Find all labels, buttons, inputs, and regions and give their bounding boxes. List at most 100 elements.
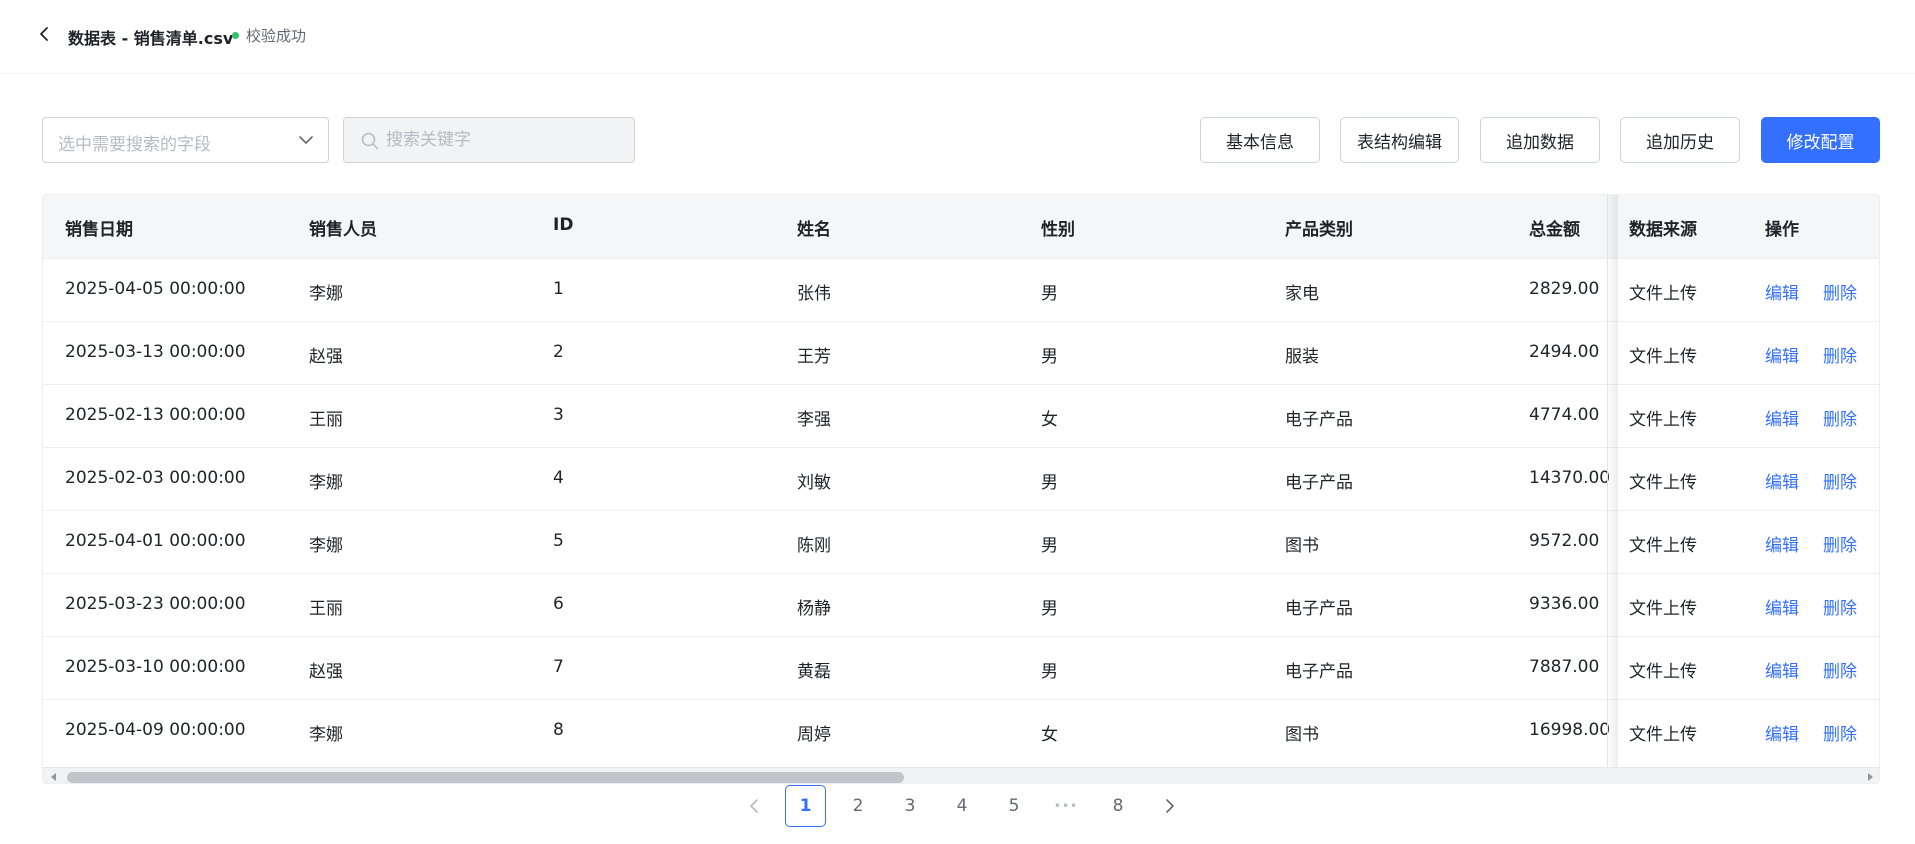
cell-category: 图书 xyxy=(1285,725,1319,745)
delete-link[interactable]: 删除 xyxy=(1823,405,1857,430)
cell-gender: 男 xyxy=(1041,473,1058,493)
status-dot-icon xyxy=(232,32,239,39)
data-table: 销售日期 销售人员 ID 姓名 性别 产品类别 总金额 数据来源 操作 2025… xyxy=(42,194,1880,784)
page-3-button[interactable]: 3 xyxy=(890,785,930,827)
delete-link[interactable]: 删除 xyxy=(1823,657,1857,682)
validation-status: 校验成功 xyxy=(246,27,307,45)
horizontal-scrollbar[interactable] xyxy=(43,767,1879,784)
cell-source: 文件上传 xyxy=(1629,725,1697,745)
page-4-button[interactable]: 4 xyxy=(942,785,982,827)
column-header-name[interactable]: 姓名 xyxy=(797,215,831,240)
scroll-right-arrow-icon[interactable] xyxy=(1863,770,1877,784)
cell-salesperson: 赵强 xyxy=(309,662,343,682)
cell-gender: 女 xyxy=(1041,410,1058,430)
append-history-button[interactable]: 追加历史 xyxy=(1620,117,1740,163)
chevron-down-icon xyxy=(299,136,313,144)
table-row: 2025-02-03 00:00:00 李娜 4 刘敏 男 电子产品 14370… xyxy=(43,447,1879,510)
schema-edit-button[interactable]: 表结构编辑 xyxy=(1340,117,1459,163)
delete-link[interactable]: 删除 xyxy=(1823,342,1857,367)
edit-link[interactable]: 编辑 xyxy=(1765,279,1799,304)
scrollbar-thumb[interactable] xyxy=(67,772,904,783)
table-row: 2025-03-23 00:00:00 王丽 6 杨静 男 电子产品 9336.… xyxy=(43,573,1879,636)
basic-info-button[interactable]: 基本信息 xyxy=(1200,117,1320,163)
cell-sale-date: 2025-03-13 00:00:00 xyxy=(65,342,246,362)
cell-total: 2494.00 xyxy=(1529,342,1600,362)
cell-source: 文件上传 xyxy=(1629,284,1697,304)
top-bar: 数据表 - 销售清单.csv 校验成功 xyxy=(0,0,1915,74)
fixed-column-divider xyxy=(1607,195,1608,767)
page-1-button[interactable]: 1 xyxy=(785,785,826,827)
cell-category: 服装 xyxy=(1285,347,1319,367)
delete-link[interactable]: 删除 xyxy=(1823,594,1857,619)
cell-id: 3 xyxy=(553,405,564,425)
page-5-button[interactable]: 5 xyxy=(994,785,1034,827)
modify-config-button[interactable]: 修改配置 xyxy=(1761,117,1880,163)
search-input[interactable] xyxy=(386,118,626,162)
edit-link[interactable]: 编辑 xyxy=(1765,657,1799,682)
cell-source: 文件上传 xyxy=(1629,662,1697,682)
cell-total: 4774.00 xyxy=(1529,405,1600,425)
table-row: 2025-04-01 00:00:00 李娜 5 陈刚 男 图书 9572.00… xyxy=(43,510,1879,573)
cell-salesperson: 赵强 xyxy=(309,347,343,367)
cell-source: 文件上传 xyxy=(1629,410,1697,430)
edit-link[interactable]: 编辑 xyxy=(1765,594,1799,619)
page-8-button[interactable]: 8 xyxy=(1098,785,1138,827)
cell-salesperson: 王丽 xyxy=(309,599,343,619)
cell-name: 李强 xyxy=(797,410,831,430)
page-ellipsis[interactable]: ••• xyxy=(1046,785,1086,827)
next-page-icon[interactable] xyxy=(1158,785,1182,827)
column-header-salesperson[interactable]: 销售人员 xyxy=(309,215,377,240)
page-2-button[interactable]: 2 xyxy=(838,785,878,827)
cell-name: 黄磊 xyxy=(797,662,831,682)
cell-id: 1 xyxy=(553,279,564,299)
column-header-gender[interactable]: 性别 xyxy=(1041,215,1075,240)
column-header-id[interactable]: ID xyxy=(553,215,573,235)
delete-link[interactable]: 删除 xyxy=(1823,531,1857,556)
cell-sale-date: 2025-04-09 00:00:00 xyxy=(65,720,246,740)
edit-link[interactable]: 编辑 xyxy=(1765,342,1799,367)
cell-total: 2829.00 xyxy=(1529,279,1600,299)
cell-name: 杨静 xyxy=(797,599,831,619)
cell-gender: 男 xyxy=(1041,599,1058,619)
edit-link[interactable]: 编辑 xyxy=(1765,468,1799,493)
cell-salesperson: 李娜 xyxy=(309,473,343,493)
edit-link[interactable]: 编辑 xyxy=(1765,405,1799,430)
cell-salesperson: 李娜 xyxy=(309,284,343,304)
cell-sale-date: 2025-03-10 00:00:00 xyxy=(65,657,246,677)
cell-name: 陈刚 xyxy=(797,536,831,556)
cell-total: 9572.00 xyxy=(1529,531,1600,551)
append-data-button[interactable]: 追加数据 xyxy=(1480,117,1600,163)
cell-id: 5 xyxy=(553,531,564,551)
search-field-select[interactable]: 选中需要搜索的字段 xyxy=(42,117,329,163)
cell-id: 7 xyxy=(553,657,564,677)
scroll-left-arrow-icon[interactable] xyxy=(47,770,61,784)
cell-sale-date: 2025-04-01 00:00:00 xyxy=(65,531,246,551)
delete-link[interactable]: 删除 xyxy=(1823,720,1857,745)
cell-category: 电子产品 xyxy=(1285,410,1353,430)
back-arrow-icon[interactable] xyxy=(32,22,56,46)
cell-id: 8 xyxy=(553,720,564,740)
cell-total: 7887.00 xyxy=(1529,657,1600,677)
delete-link[interactable]: 删除 xyxy=(1823,279,1857,304)
delete-link[interactable]: 删除 xyxy=(1823,468,1857,493)
column-header-source[interactable]: 数据来源 xyxy=(1629,215,1697,240)
cell-gender: 女 xyxy=(1041,725,1058,745)
page-title: 数据表 - 销售清单.csv xyxy=(68,29,234,48)
cell-gender: 男 xyxy=(1041,347,1058,367)
cell-salesperson: 王丽 xyxy=(309,410,343,430)
edit-link[interactable]: 编辑 xyxy=(1765,720,1799,745)
cell-total: 9336.00 xyxy=(1529,594,1600,614)
prev-page-icon[interactable] xyxy=(742,785,766,827)
table-row: 2025-04-09 00:00:00 李娜 8 周婷 女 图书 16998.0… xyxy=(43,699,1879,762)
edit-link[interactable]: 编辑 xyxy=(1765,531,1799,556)
column-header-actions: 操作 xyxy=(1765,220,1799,240)
column-header-total[interactable]: 总金额 xyxy=(1529,215,1580,240)
cell-category: 图书 xyxy=(1285,536,1319,556)
cell-sale-date: 2025-04-05 00:00:00 xyxy=(65,279,246,299)
cell-id: 6 xyxy=(553,594,564,614)
cell-name: 王芳 xyxy=(797,347,831,367)
column-header-sale-date[interactable]: 销售日期 xyxy=(65,215,133,240)
column-header-category[interactable]: 产品类别 xyxy=(1285,215,1353,240)
cell-total: 16998.00 xyxy=(1529,720,1611,740)
cell-sale-date: 2025-03-23 00:00:00 xyxy=(65,594,246,614)
